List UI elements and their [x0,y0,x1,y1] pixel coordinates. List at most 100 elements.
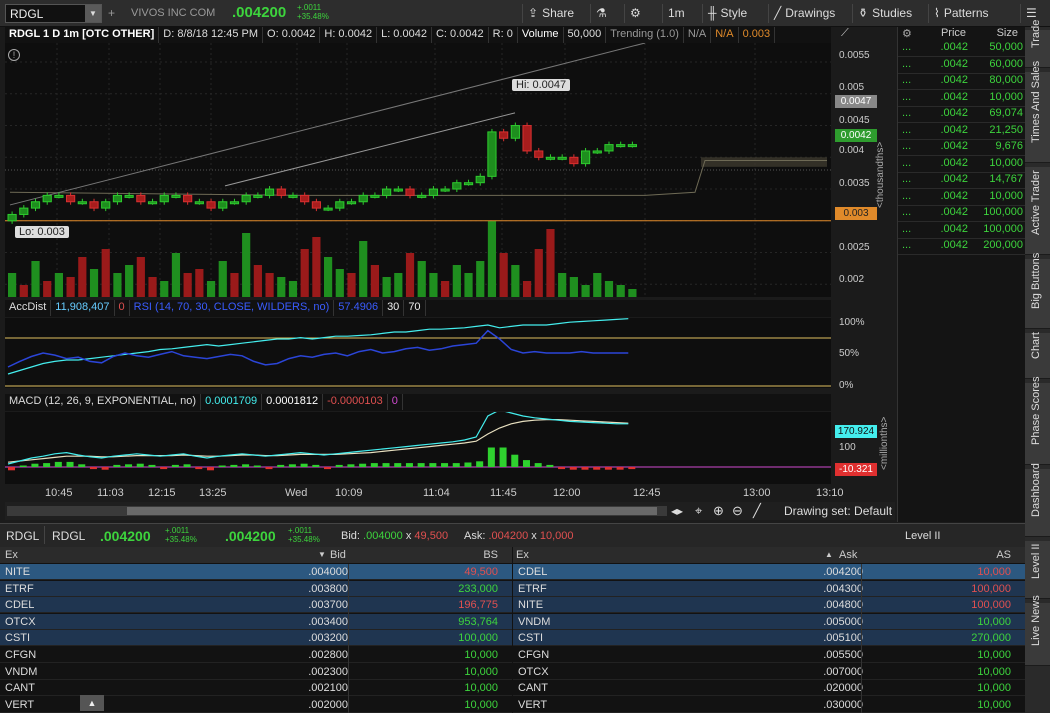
bid-size-header[interactable]: BS [483,547,498,563]
share-button[interactable]: ⇪ Share [522,4,579,23]
settings-button[interactable]: ⚙ [624,4,656,23]
macd-chart[interactable] [5,409,831,484]
ts-exchange: ... [902,107,912,119]
ask-ex-header[interactable]: Ex [516,547,529,563]
side-tab-label: Times And Sales [1030,60,1042,143]
style-button[interactable]: ╫ Style [702,4,752,23]
studies-button[interactable]: ⚱ Studies [852,4,917,23]
side-tab-label: Active Trader [1030,170,1042,235]
zoom-out-icon[interactable]: ⊖ [732,503,743,519]
ask-size-header[interactable]: AS [996,547,1011,563]
ask-row[interactable]: OTCX .007000 10,000 [513,663,1025,680]
accdist-label: AccDist [5,300,52,316]
macd-histogram-bar [487,447,495,467]
price-chart[interactable]: ! Hi: 0.0047 Lo: 0.003 [5,42,831,297]
times-and-sales: ⚙ Price Size ... .0042 50,000... .0042 60,00… [897,27,1026,522]
side-tab-active-trader[interactable]: Active Trader [1025,167,1050,255]
bid-row[interactable]: OTCX .003400 953,764 [0,613,512,630]
bid-exchange: CFGN [5,649,37,661]
ask-row[interactable]: ETRF .004300 100,000 [513,580,1025,597]
volume-bar [359,241,368,297]
ask-row[interactable]: CSTI .005100 270,000 [513,630,1025,647]
chevron-down-icon[interactable]: ▼ [85,5,101,22]
candle [19,207,29,215]
ts-exchange: ... [902,173,912,185]
bid-row[interactable]: VERT .002000 10,000 [0,696,512,713]
patterns-icon: ⌇ [934,6,940,20]
macd-diff-badge: -10.321 [835,463,877,476]
side-tab-dashboard[interactable]: Dashboard [1025,463,1050,537]
rsi-axis: 100% 50% 0% [833,300,895,391]
bid-row[interactable]: CANT .002100 10,000 [0,680,512,697]
bid-row[interactable]: CFGN .002800 10,000 [0,647,512,663]
ask-row[interactable]: CDEL .004200 10,000 [513,564,1025,580]
volume-bar [253,265,262,297]
ask-row[interactable]: VERT .030000 10,000 [513,696,1025,713]
bid-row[interactable]: NITE .004000 49,500 [0,564,512,580]
ask-exchange: VNDM [518,615,551,628]
lo-label: Lo: 0.003 [15,226,69,238]
trend-icon[interactable]: ⟋ [841,27,859,41]
sort-icon[interactable]: ▲ [825,547,833,563]
rsi-chart[interactable] [5,318,831,388]
price-tick: 0.002 [839,274,865,285]
scroll-thumb[interactable] [127,507,657,515]
drawings-button[interactable]: ╱ Drawings [768,4,840,23]
hi-label: Hi: 0.0047 [512,79,571,91]
hi-connector-line [224,112,516,187]
macd-histogram-bar [604,467,612,470]
ask-row[interactable]: CFGN .005500 10,000 [513,647,1025,663]
sort-icon[interactable]: ▼ [318,547,326,563]
macd-histogram-bar [452,463,460,467]
plus-icon[interactable]: + [108,6,115,20]
candle [382,188,392,196]
candle [42,194,52,203]
crosshair-icon[interactable]: ⌖ [695,503,702,519]
bid-row[interactable]: CSTI .003200 100,000 [0,630,512,647]
side-tab-phase-scores[interactable]: Phase Scores [1025,377,1050,465]
change-value: +.0011 [297,3,322,12]
macd-histogram-bar [511,454,519,467]
side-tab-chart[interactable]: Chart [1025,332,1050,379]
ts-exchange: ... [902,74,912,86]
ask-row[interactable]: CANT .020000 10,000 [513,680,1025,697]
candle-icon: ╫ [708,6,717,20]
side-tab-level-ii[interactable]: Level II [1025,541,1050,599]
volume-bar [429,273,438,297]
expand-icon[interactable]: ◂▸ [671,504,683,518]
ask-row[interactable]: NITE .004800 100,000 [513,597,1025,614]
side-tab-live-news[interactable]: Live News [1025,595,1050,666]
alert-icon[interactable]: ! [8,49,20,61]
chart-scrollbar[interactable] [7,506,667,516]
collapse-icon[interactable]: ▲ [80,695,104,711]
bid-row[interactable]: CDEL .003700 196,775 [0,597,512,614]
l2-symbol-box[interactable]: RDGL [6,529,39,543]
ask-row[interactable]: VNDM .005000 10,000 [513,613,1025,630]
ts-exchange: ... [902,90,912,103]
price-svg [5,42,831,297]
symbol-input[interactable]: RDGL ▼ [5,4,102,23]
side-tab-big-buttons[interactable]: Big Buttons [1025,253,1050,329]
volume-bar [288,281,298,297]
rsi-svg [5,318,831,387]
ts-row: ... .0042 80,000 [898,74,1026,90]
macd-histogram-bar [558,467,566,470]
side-tab-times-and-sales[interactable]: Times And Sales [1025,61,1050,163]
macd-histogram-bar [546,464,554,467]
timeframe-button[interactable]: 1m [662,4,690,23]
bid-row[interactable]: VNDM .002300 10,000 [0,663,512,680]
bid-row[interactable]: ETRF .003800 233,000 [0,580,512,597]
gear-icon[interactable]: ⚙ [902,27,912,40]
price-tick: 0.0055 [839,50,870,61]
header-date: D: 8/8/18 12:45 PM [159,27,264,43]
zoom-in-icon[interactable]: ⊕ [713,503,724,519]
flask-button[interactable]: ⚗ [590,4,620,23]
bid-ex-header[interactable]: Ex [5,547,18,563]
side-tab-label: Chart [1030,332,1042,359]
drawing-set-label[interactable]: Drawing set: Default [784,504,892,518]
patterns-button[interactable]: ⌇ Patterns [928,4,994,23]
ask-price-header[interactable]: Ask [839,547,857,563]
draw-line-icon[interactable]: ╱ [753,503,761,519]
candle [229,201,240,205]
bid-price-header[interactable]: Bid [330,547,346,563]
